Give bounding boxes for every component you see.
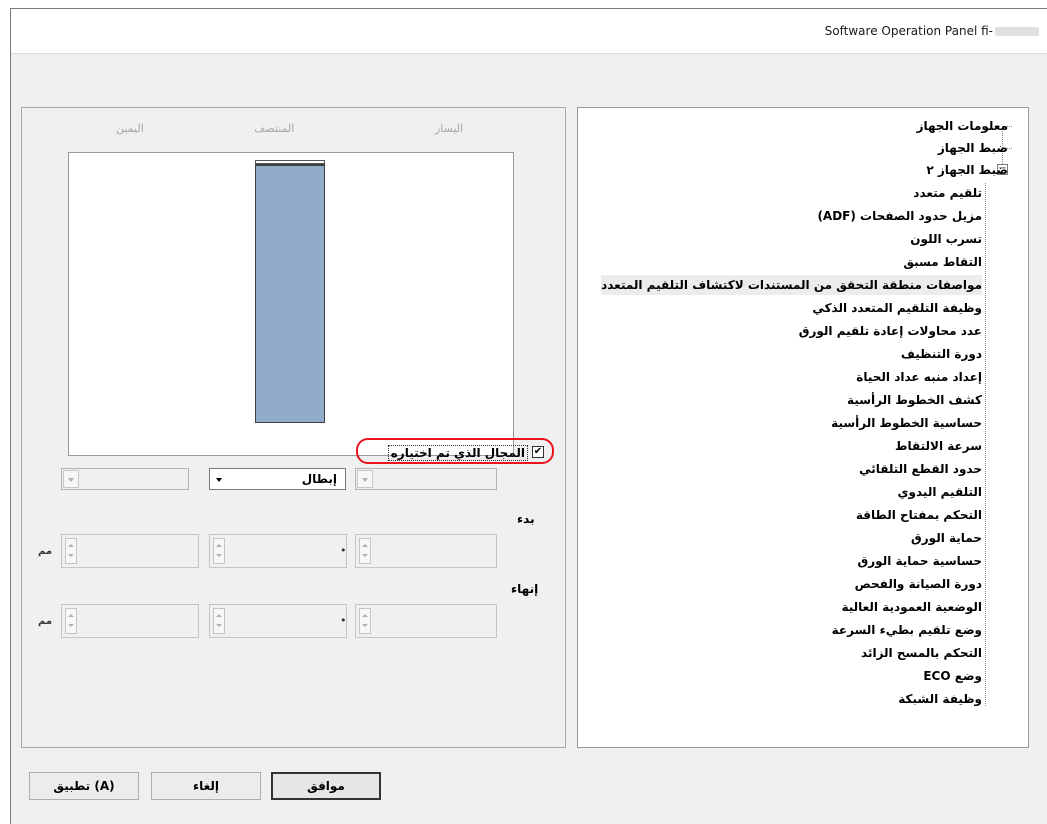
start-right-spinbox[interactable]: [355, 534, 497, 568]
end-section-label: إنهاء: [511, 582, 539, 596]
tree-item[interactable]: وضع ECO: [923, 666, 982, 686]
tree-item[interactable]: حماية الورق: [911, 528, 982, 548]
tree-item[interactable]: دورة التنظيف: [901, 344, 982, 364]
end-right-spinbox[interactable]: [355, 604, 497, 638]
cancel-button[interactable]: إلغاء: [151, 772, 261, 800]
settings-tree: − معلومات الجهاز ضبط الجهاز ضبط الجهاز ٢…: [577, 107, 1029, 748]
tree-connector: [985, 183, 986, 706]
column-labels: اليمين المنتصف اليسار: [22, 122, 565, 138]
tree-item[interactable]: حساسية الخطوط الرأسية: [831, 413, 982, 433]
start-unit-label: مم: [38, 546, 53, 557]
separator-dot: •: [340, 614, 347, 627]
tree-item[interactable]: التحكم بالمسح الزائد: [861, 643, 982, 663]
spinner-arrows-icon[interactable]: [213, 608, 225, 634]
tree-item[interactable]: حدود القطع التلقائي: [859, 459, 982, 479]
tree-item[interactable]: الوضعية العمودية العالية: [841, 597, 982, 617]
tree-item[interactable]: وظيفة الشبكة: [898, 689, 982, 709]
column-label-right: اليسار: [435, 122, 464, 135]
spinner-arrows-icon[interactable]: [65, 538, 77, 564]
apply-button[interactable]: تطبيق (A): [29, 772, 139, 800]
tree-item[interactable]: تلقيم متعدد: [913, 183, 982, 203]
detection-area-panel: اليمين المنتصف اليسار ✔ المجال الذي تم ا…: [21, 107, 566, 748]
model-number-redacted: [995, 27, 1039, 36]
end-left-spinbox[interactable]: [61, 604, 199, 638]
area-preview: [68, 152, 514, 456]
end-center-spinbox[interactable]: [209, 604, 347, 638]
tree-item[interactable]: تسرب اللون: [910, 229, 982, 249]
selected-area-checkbox-label[interactable]: المجال الذي تم اختياره: [387, 445, 528, 461]
start-section-label: بدء: [517, 512, 535, 526]
spinner-arrows-icon[interactable]: [359, 608, 371, 634]
left-area-dropdown[interactable]: [61, 468, 189, 490]
selected-area-checkbox-highlight: ✔ المجال الذي تم اختياره: [356, 438, 554, 464]
tree-item[interactable]: دورة الصيانة والفحص: [855, 574, 982, 594]
tree-item[interactable]: التحكم بمفتاح الطاقة: [856, 505, 982, 525]
end-unit-label: مم: [38, 616, 53, 627]
start-left-spinbox[interactable]: [61, 534, 199, 568]
tree-item-device-setting[interactable]: ضبط الجهاز: [938, 138, 1008, 158]
tree-item-device-info[interactable]: معلومات الجهاز: [917, 116, 1008, 136]
window-title: Software Operation Panel fi-: [825, 24, 1039, 38]
title-bar: Software Operation Panel fi-: [11, 9, 1047, 54]
tree-item-selected[interactable]: مواصفات منطقة التحقق من المستندات لاكتشا…: [601, 275, 982, 295]
column-label-center: المنتصف: [254, 122, 295, 135]
tree-item[interactable]: عدد محاولات إعادة تلقيم الورق: [799, 321, 982, 341]
center-area-dropdown-value: إبطال: [301, 472, 337, 486]
tree-item[interactable]: وضع تلقيم بطيء السرعة: [832, 620, 982, 640]
tree-item[interactable]: كشف الخطوط الرأسية: [847, 390, 982, 410]
chevron-down-icon[interactable]: [63, 470, 79, 488]
tree-item[interactable]: سرعة الالتقاط: [895, 436, 982, 456]
tree-item-device-setting-2[interactable]: ضبط الجهاز ٢: [926, 160, 1008, 180]
tree-item[interactable]: التلقيم اليدوي: [898, 482, 982, 502]
ok-button[interactable]: موافق: [271, 772, 381, 800]
tree-item[interactable]: مزيل حدود الصفحات (ADF): [817, 206, 982, 226]
right-area-dropdown[interactable]: [355, 468, 497, 490]
preview-detection-area: [255, 164, 325, 423]
spinner-arrows-icon[interactable]: [359, 538, 371, 564]
tree-item[interactable]: وظيفة التلقيم المتعدد الذكي: [812, 298, 982, 318]
tree-item[interactable]: التقاط مسبق: [903, 252, 982, 272]
chevron-down-icon[interactable]: [357, 470, 373, 488]
selected-area-checkbox[interactable]: ✔: [532, 446, 544, 458]
chevron-down-icon[interactable]: [211, 470, 227, 488]
start-center-spinbox[interactable]: [209, 534, 347, 568]
separator-dot: •: [340, 544, 347, 557]
spinner-arrows-icon[interactable]: [65, 608, 77, 634]
tree-item[interactable]: حساسية حماية الورق: [858, 551, 982, 571]
center-area-dropdown[interactable]: إبطال: [209, 468, 346, 490]
tree-item[interactable]: إعداد منبه عداد الحياة: [856, 367, 982, 387]
spinner-arrows-icon[interactable]: [213, 538, 225, 564]
column-label-left: اليمين: [116, 122, 144, 135]
